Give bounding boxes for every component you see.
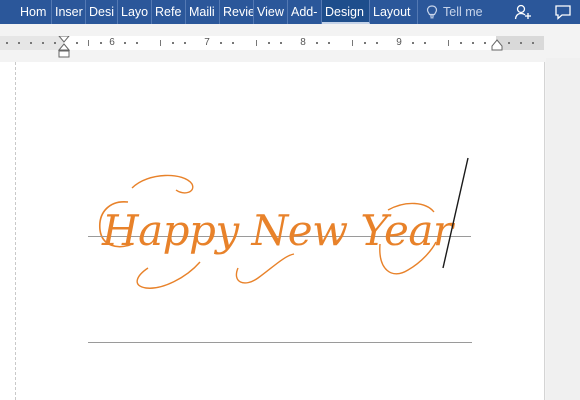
share-button[interactable] [512,2,534,22]
happy-new-year-heading[interactable]: Happy New Year [102,196,462,266]
ruler-tick [42,42,44,44]
lightbulb-icon [426,5,438,19]
ruler-tick [136,42,138,44]
tab-references[interactable]: Refe [152,0,186,24]
ruler-tick [160,40,161,46]
ruler-tick [232,42,234,44]
tab-home[interactable]: Hom [0,0,52,24]
ruler-tick [508,42,510,44]
ruler-tick [364,42,366,44]
ruler-tick [30,42,32,44]
ruler-number: 6 [109,37,115,48]
tab-review[interactable]: Revie [220,0,254,24]
ruler-tick [328,42,330,44]
ruler-area: 6 7 8 9 [0,24,580,58]
ruler-tick [18,42,20,44]
ruler-tick [220,42,222,44]
tab-layout-doc[interactable]: Layo [118,0,152,24]
tab-table-layout[interactable]: Layout [370,0,418,24]
margin-guide [15,62,16,400]
tab-mailings[interactable]: Maili [186,0,220,24]
tab-addins[interactable]: Add- [288,0,322,24]
table-bottom-border [88,342,472,343]
drawing-pen-line[interactable] [438,156,470,270]
ruler-tick [256,40,257,46]
ribbon-tab-bar: Hom Inser Desi Layo Refe Maili Revie Vie… [0,0,580,24]
tell-me-box[interactable]: Tell me [418,0,506,24]
horizontal-ruler[interactable]: 6 7 8 9 [0,36,544,58]
ruler-tick [472,42,474,44]
ruler-tick [54,42,56,44]
tab-table-design[interactable]: Design [322,0,370,24]
ruler-tick [6,42,8,44]
tell-me-label: Tell me [443,5,483,19]
ruler-number: 9 [396,37,402,48]
ruler-tick [460,42,462,44]
ruler-tick [520,42,522,44]
right-indent-marker[interactable] [491,39,503,51]
ruler-tick [76,42,78,44]
tab-design-doc[interactable]: Desi [86,0,118,24]
comments-button[interactable] [546,0,580,24]
comment-icon [555,5,571,20]
ruler-tick [172,42,174,44]
ruler-tick [88,40,89,46]
ruler-tick [100,42,102,44]
ruler-tick [424,42,426,44]
ruler-number: 7 [204,37,210,48]
ruler-tick [412,42,414,44]
ruler-tick [448,40,449,46]
left-indent-marker[interactable] [58,36,70,58]
ruler-tick [268,42,270,44]
ruler-tick [280,42,282,44]
ruler-tick [124,42,126,44]
ruler-tick [484,42,486,44]
vertical-scrollbar[interactable] [546,58,580,400]
share-person-icon [514,4,531,20]
tab-view[interactable]: View [254,0,288,24]
ruler-tick [376,42,378,44]
tab-insert[interactable]: Inser [52,0,86,24]
ruler-tick [352,40,353,46]
ruler-tick [184,42,186,44]
ruler-number: 8 [300,37,306,48]
ruler-tick [532,42,534,44]
ruler-tick [316,42,318,44]
